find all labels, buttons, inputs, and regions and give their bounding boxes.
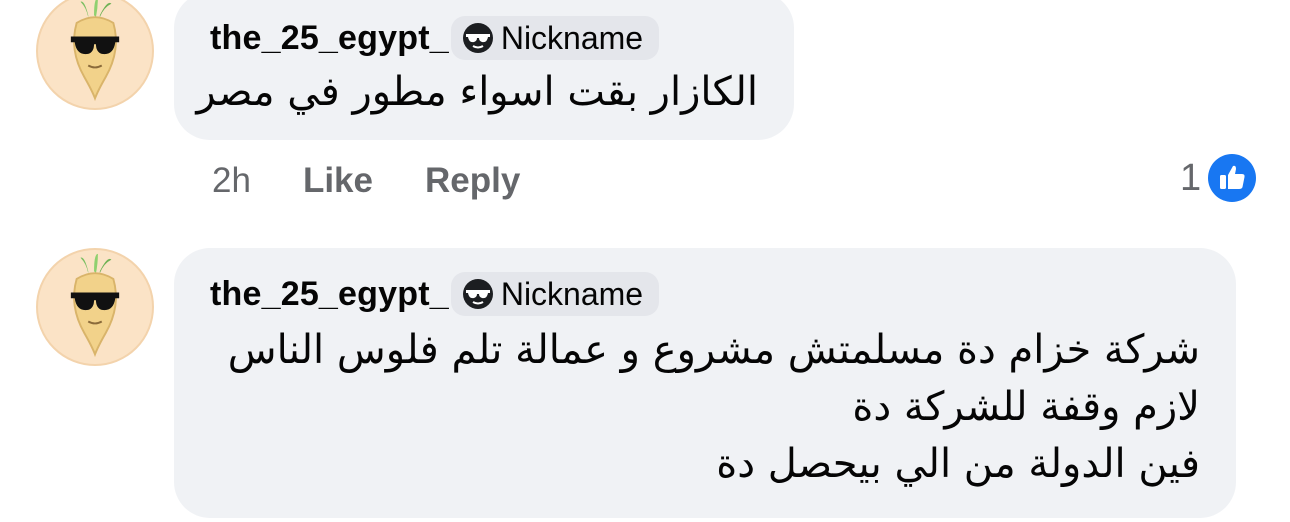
sunglasses-face-icon [462,279,493,309]
author-name[interactable]: the_25_egypt_ [210,275,449,314]
comment-text: شركة خزام دة مسلمتش مشروع و عمالة تلم فل… [228,322,1200,493]
comment-text-line: فين الدولة من الي بيحصل دة [716,441,1200,487]
comment-text-line: لازم وقفة للشركة دة [852,384,1200,430]
comment-bubble: the_25_egypt_ Nickname شركة خزام دة مسلم… [174,248,1236,518]
author-line: the_25_egypt_ Nickname [210,270,660,318]
comment-text-line: شركة خزام دة مسلمتش مشروع و عمالة تلم فل… [227,327,1200,373]
comment-thread: the_25_egypt_ Nickname الكازار بقت اسواء… [0,0,1290,522]
nickname-badge: Nickname [450,272,660,316]
badge-label: Nickname [500,275,644,312]
comment-2: the_25_egypt_ Nickname شركة خزام دة مسلم… [0,0,1290,522]
radish-sunglasses-avatar-icon[interactable] [36,248,154,366]
